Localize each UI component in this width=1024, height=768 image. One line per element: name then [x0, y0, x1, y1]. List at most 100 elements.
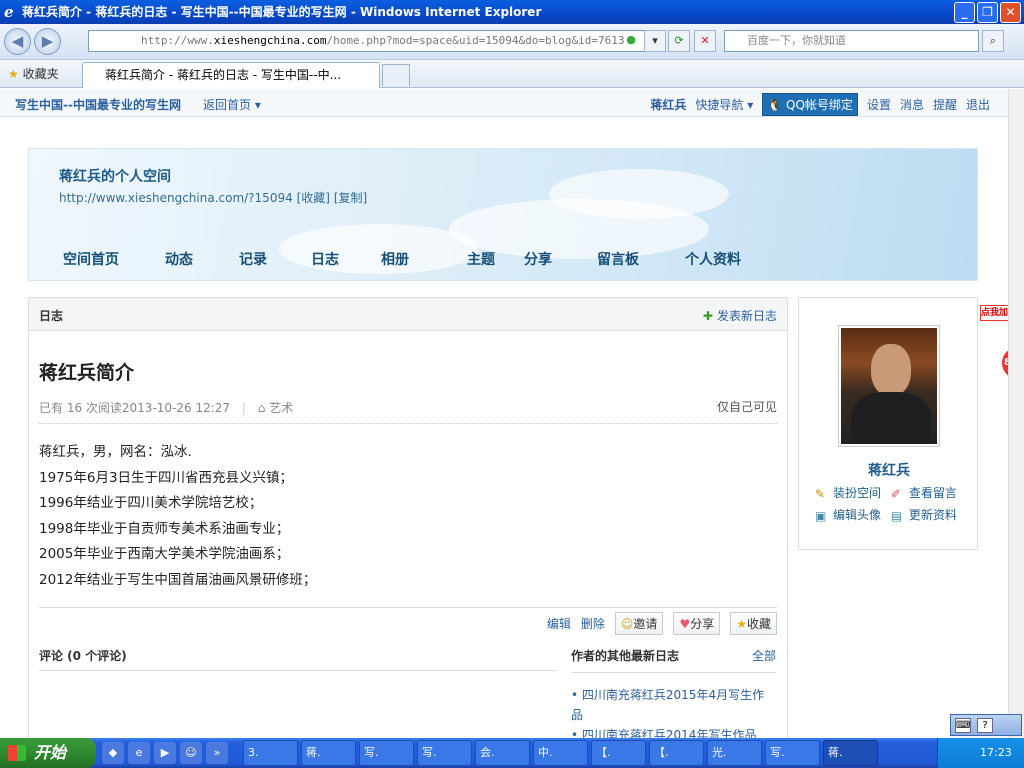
maximize-button[interactable]: ❐: [977, 2, 998, 23]
favorites-button[interactable]: ★ 收藏夹: [8, 65, 59, 82]
forward-button[interactable]: ▶: [34, 28, 61, 55]
blog-box-header: 日志 ✚ 发表新日志: [29, 298, 787, 331]
address-domain: xieshengchina.com: [213, 34, 327, 47]
taskbar-button[interactable]: 会.: [475, 740, 530, 766]
browser-tab[interactable]: 蒋红兵简介 - 蒋红兵的日志 - 写生中国--中...: [82, 62, 380, 88]
taskbar-button[interactable]: 【.: [591, 740, 646, 766]
profile-links: ✎ 装扮空间 ✐ 查看留言 ▣ 编辑头像 ▤ 更新资料: [815, 482, 957, 526]
refresh-icon[interactable]: ⟳: [668, 30, 690, 52]
tag-icon: ⌂: [257, 401, 266, 415]
nav-share[interactable]: 分享: [524, 249, 597, 269]
favorites-bar: ★ 收藏夹 蒋红兵简介 - 蒋红兵的日志 - 写生中国--中...: [0, 60, 1024, 88]
share-label: 分享: [690, 617, 715, 631]
share-button[interactable]: ♥分享: [673, 612, 721, 635]
vertical-scrollbar[interactable]: [1008, 89, 1024, 738]
blog-category[interactable]: 艺术: [269, 401, 293, 415]
nav-guestbook[interactable]: 留言板: [597, 249, 685, 269]
invite-button[interactable]: ☺邀请: [614, 612, 664, 635]
other-post-item[interactable]: • 四川南充蒋红兵2014年写生作品: [571, 725, 776, 738]
help-icon[interactable]: ?: [977, 718, 993, 733]
quick-nav-link[interactable]: 快捷导航 ▾: [695, 96, 753, 113]
address-dropdown-icon[interactable]: ▾: [644, 30, 666, 52]
quicklaunch-icon[interactable]: ☺: [180, 742, 202, 764]
site-name-link[interactable]: 写生中国--中国最专业的写生网: [15, 96, 181, 113]
plus-icon: ✚: [702, 309, 713, 323]
stop-icon[interactable]: ✕: [694, 30, 716, 52]
quicklaunch-more-icon[interactable]: »: [206, 742, 228, 764]
address-bar[interactable]: http://www.xieshengchina.com/home.php?mo…: [88, 30, 664, 52]
site-topbar: 写生中国--中国最专业的写生网 返回首页 ▾ 蒋红兵 快捷导航 ▾ 🐧 QQ帐号…: [0, 89, 1008, 117]
user-link[interactable]: 蒋红兵: [650, 96, 686, 113]
search-input[interactable]: 百度一下，你就知道: [724, 30, 979, 52]
compat-icon[interactable]: ●: [620, 30, 642, 52]
address-path: /home.php?mod=space&uid=15094&do=blog&id…: [326, 34, 625, 47]
decorate-link[interactable]: ✎ 装扮空间: [815, 486, 881, 501]
ime-toolbar[interactable]: ⌨ ?: [950, 714, 1022, 736]
minimize-button[interactable]: _: [954, 2, 975, 23]
avatar[interactable]: [838, 325, 940, 447]
quicklaunch-icon[interactable]: ◆: [102, 742, 124, 764]
taskbar-button[interactable]: 【.: [649, 740, 704, 766]
nav-space-home[interactable]: 空间首页: [63, 249, 165, 269]
profile-name[interactable]: 蒋红兵: [799, 460, 979, 480]
copy-url-link[interactable]: [复制]: [334, 191, 367, 205]
home-link[interactable]: 返回首页 ▾: [203, 96, 261, 113]
wand-icon: ✎: [815, 487, 826, 501]
settings-link[interactable]: 设置: [867, 96, 891, 113]
space-name[interactable]: 蒋红兵的个人空间: [59, 166, 171, 186]
new-post-link[interactable]: ✚ 发表新日志: [703, 307, 777, 324]
nav-threads[interactable]: 主题: [467, 249, 524, 269]
taskbar-button[interactable]: 写.: [417, 740, 472, 766]
taskbar-button[interactable]: 光.: [707, 740, 762, 766]
taskbar-buttons: 3. 蒋. 写. 写. 会. 中. 【. 【. 光. 写. 蒋.: [243, 740, 878, 766]
other-posts-all-link[interactable]: 全部: [752, 647, 776, 664]
favorite-space-link[interactable]: [收藏]: [297, 191, 330, 205]
notifications-link[interactable]: 提醒: [933, 96, 957, 113]
edit-avatar-link[interactable]: ▣ 编辑头像: [815, 508, 882, 523]
other-posts-title: 作者的其他最新日志: [571, 649, 680, 663]
back-button[interactable]: ◀: [4, 28, 31, 55]
quicklaunch-icon[interactable]: e: [128, 742, 150, 764]
taskbar-button[interactable]: 写.: [765, 740, 820, 766]
taskbar-button[interactable]: 写.: [359, 740, 414, 766]
qq-bind-button[interactable]: 🐧 QQ帐号绑定: [762, 93, 858, 116]
search-icon[interactable]: ⌕: [982, 30, 1004, 52]
comments-heading: 评论 (0 个评论): [39, 649, 127, 663]
qq-bind-label: QQ帐号绑定: [786, 98, 853, 112]
taskbar-button[interactable]: 蒋.: [301, 740, 356, 766]
windows-flag-icon: [8, 745, 26, 761]
other-post-link[interactable]: 四川南充蒋红兵2015年4月写生作品: [571, 688, 764, 722]
logout-link[interactable]: 退出: [966, 96, 990, 113]
taskbar-button[interactable]: 3.: [243, 740, 298, 766]
taskbar-button-active[interactable]: 蒋.: [823, 740, 878, 766]
profile-box: 蒋红兵 ✎ 装扮空间 ✐ 查看留言 ▣ 编辑头像 ▤ 更新资料: [798, 297, 978, 550]
blog-meta: 已有 16 次阅读2013-10-26 12:27 | ⌂ 艺术: [39, 401, 294, 415]
nav-profile[interactable]: 个人资料: [685, 249, 741, 269]
favorite-button[interactable]: ★收藏: [730, 612, 777, 635]
nav-records[interactable]: 记录: [239, 249, 311, 269]
close-button[interactable]: ✕: [1000, 2, 1021, 23]
nav-blog[interactable]: 日志: [311, 249, 381, 269]
edit-link[interactable]: 编辑: [547, 615, 571, 632]
star-icon: ★: [8, 67, 19, 81]
other-post-item[interactable]: • 四川南充蒋红兵2015年4月写生作品: [571, 685, 776, 725]
speed-widget[interactable]: 点我加速 83: [980, 299, 1008, 409]
blog-body: 蒋红兵，男，网名：泓冰. 1975年6月3日生于四川省西充县义兴镇； 1996年…: [39, 440, 316, 594]
update-profile-link[interactable]: ▤ 更新资料: [891, 508, 957, 523]
other-post-link[interactable]: 四川南充蒋红兵2014年写生作品: [582, 728, 757, 738]
picture-icon: ▣: [815, 509, 827, 523]
nav-feed[interactable]: 动态: [165, 249, 239, 269]
delete-link[interactable]: 删除: [581, 615, 605, 632]
messages-link[interactable]: 消息: [900, 96, 924, 113]
start-button[interactable]: 开始: [0, 738, 96, 768]
qq-icon: 🐧: [767, 98, 783, 112]
quicklaunch-icon[interactable]: ▶: [154, 742, 176, 764]
taskbar-button[interactable]: 中.: [533, 740, 588, 766]
nav-album[interactable]: 相册: [381, 249, 467, 269]
start-label: 开始: [34, 743, 67, 762]
heart-icon: ♥: [679, 617, 691, 631]
view-messages-link[interactable]: ✐ 查看留言: [891, 486, 957, 501]
keyboard-icon[interactable]: ⌨: [955, 718, 971, 733]
new-tab-button[interactable]: [382, 64, 410, 86]
edit-avatar-label: 编辑头像: [833, 508, 882, 522]
